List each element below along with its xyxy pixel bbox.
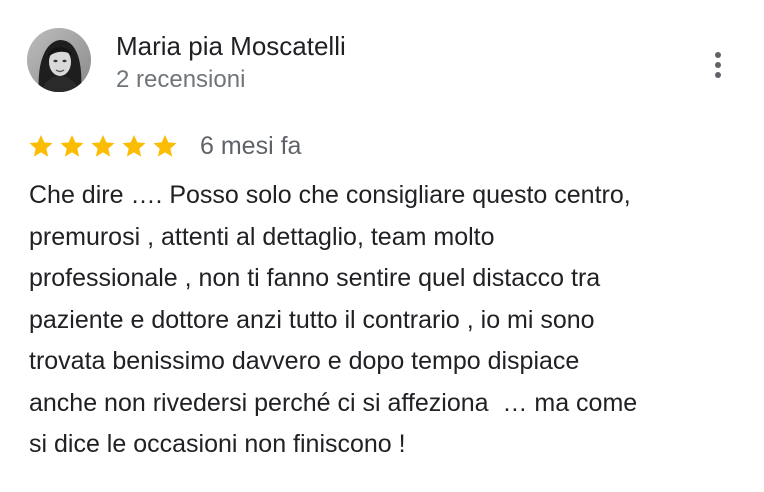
star-icon <box>91 134 115 157</box>
author-name[interactable]: Maria pia Moscatelli <box>116 30 346 62</box>
review-text-line: premurosi , attenti al dettaglio, team m… <box>29 222 495 251</box>
author-review-count: 2 recensioni <box>116 66 246 93</box>
review-text-line: trovata benissimo davvero e dopo tempo d… <box>29 347 580 375</box>
star-icon <box>29 134 53 157</box>
review-text: Che dire …. Posso solo che consigliare q… <box>29 175 739 466</box>
star-icon <box>153 134 177 157</box>
more-options-button[interactable] <box>702 46 734 82</box>
review-text-line: anche non rivedersi perché ci si affezio… <box>29 388 638 417</box>
review-card: Maria pia Moscatelli 2 recensioni 6 mesi… <box>0 0 764 492</box>
review-text-line: paziente e dottore anzi tutto il contrar… <box>29 305 595 334</box>
avatar-photo <box>27 28 91 92</box>
star-icon <box>60 134 84 157</box>
star-icon <box>122 134 146 157</box>
review-text-line: professionale , non ti fanno sentire que… <box>29 264 601 292</box>
review-text-line: si dice le occasioni non finiscono ! <box>29 430 406 458</box>
star-rating <box>28 130 183 162</box>
review-text-line: Che dire …. Posso solo che consigliare q… <box>29 181 631 209</box>
avatar[interactable] <box>27 28 91 92</box>
review-time: 6 mesi fa <box>200 132 302 160</box>
